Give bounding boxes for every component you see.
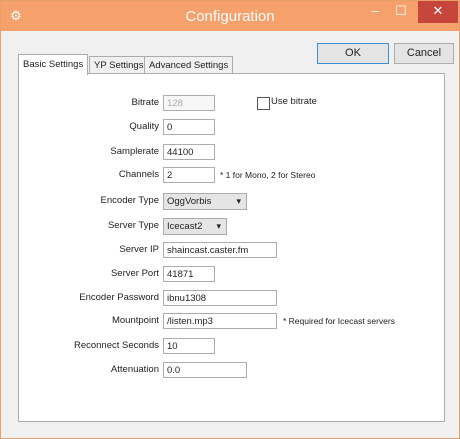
mountpoint-note: * Required for Icecast servers: [283, 316, 395, 326]
encoder-type-select[interactable]: OggVorbis ▾: [163, 193, 247, 210]
reconnect-seconds-field[interactable]: 10: [163, 338, 215, 354]
server-ip-field[interactable]: shaincast.caster.fm: [163, 242, 277, 258]
samplerate-label: Samplerate: [110, 146, 159, 157]
quality-label: Quality: [129, 121, 159, 132]
encoder-type-label: Encoder Type: [100, 195, 159, 206]
encoder-password-label: Encoder Password: [79, 292, 159, 303]
reconnect-seconds-label: Reconnect Seconds: [73, 340, 159, 351]
ok-button[interactable]: OK: [317, 43, 389, 64]
encoder-type-value: OggVorbis: [167, 196, 212, 207]
encoder-password-field[interactable]: ibnu1308: [163, 290, 277, 306]
tab-advanced-settings[interactable]: Advanced Settings: [144, 56, 234, 74]
server-ip-label: Server IP: [119, 244, 159, 255]
samplerate-field[interactable]: 44100: [163, 144, 215, 160]
server-type-label: Server Type: [107, 220, 159, 231]
server-type-value: Icecast2: [167, 221, 203, 232]
bitrate-label: Bitrate: [131, 97, 159, 108]
server-type-select[interactable]: Icecast2 ▾: [163, 218, 227, 235]
chevron-down-icon: ▾: [236, 196, 241, 206]
channels-note: * 1 for Mono, 2 for Stereo: [220, 170, 316, 180]
close-icon[interactable]: ✕: [418, 1, 458, 23]
title-bar[interactable]: ⚙ Configuration – ☐ ✕: [1, 1, 459, 31]
server-port-field[interactable]: 41871: [163, 266, 215, 282]
server-port-label: Server Port: [110, 268, 159, 279]
bitrate-field[interactable]: 128: [163, 95, 215, 111]
channels-field[interactable]: 2: [163, 167, 215, 183]
tab-basic-settings[interactable]: Basic Settings: [18, 54, 89, 75]
configuration-window: ⚙ Configuration – ☐ ✕ OK Cancel Basic Se…: [0, 0, 460, 439]
minimize-icon[interactable]: –: [362, 1, 388, 23]
channels-label: Channels: [118, 169, 159, 180]
quality-field[interactable]: 0: [163, 119, 215, 135]
use-bitrate-checkbox[interactable]: [257, 97, 270, 110]
mountpoint-label: Mountpoint: [111, 315, 159, 326]
cancel-button[interactable]: Cancel: [394, 43, 454, 64]
tab-yp-settings[interactable]: YP Settings: [89, 56, 149, 74]
mountpoint-field[interactable]: /listen.mp3: [163, 313, 277, 329]
maximize-icon[interactable]: ☐: [388, 1, 414, 23]
chevron-down-icon: ▾: [216, 221, 221, 231]
attenuation-label: Attenuation: [110, 364, 159, 375]
use-bitrate-label: Use bitrate: [271, 96, 317, 107]
attenuation-field[interactable]: 0.0: [163, 362, 247, 378]
